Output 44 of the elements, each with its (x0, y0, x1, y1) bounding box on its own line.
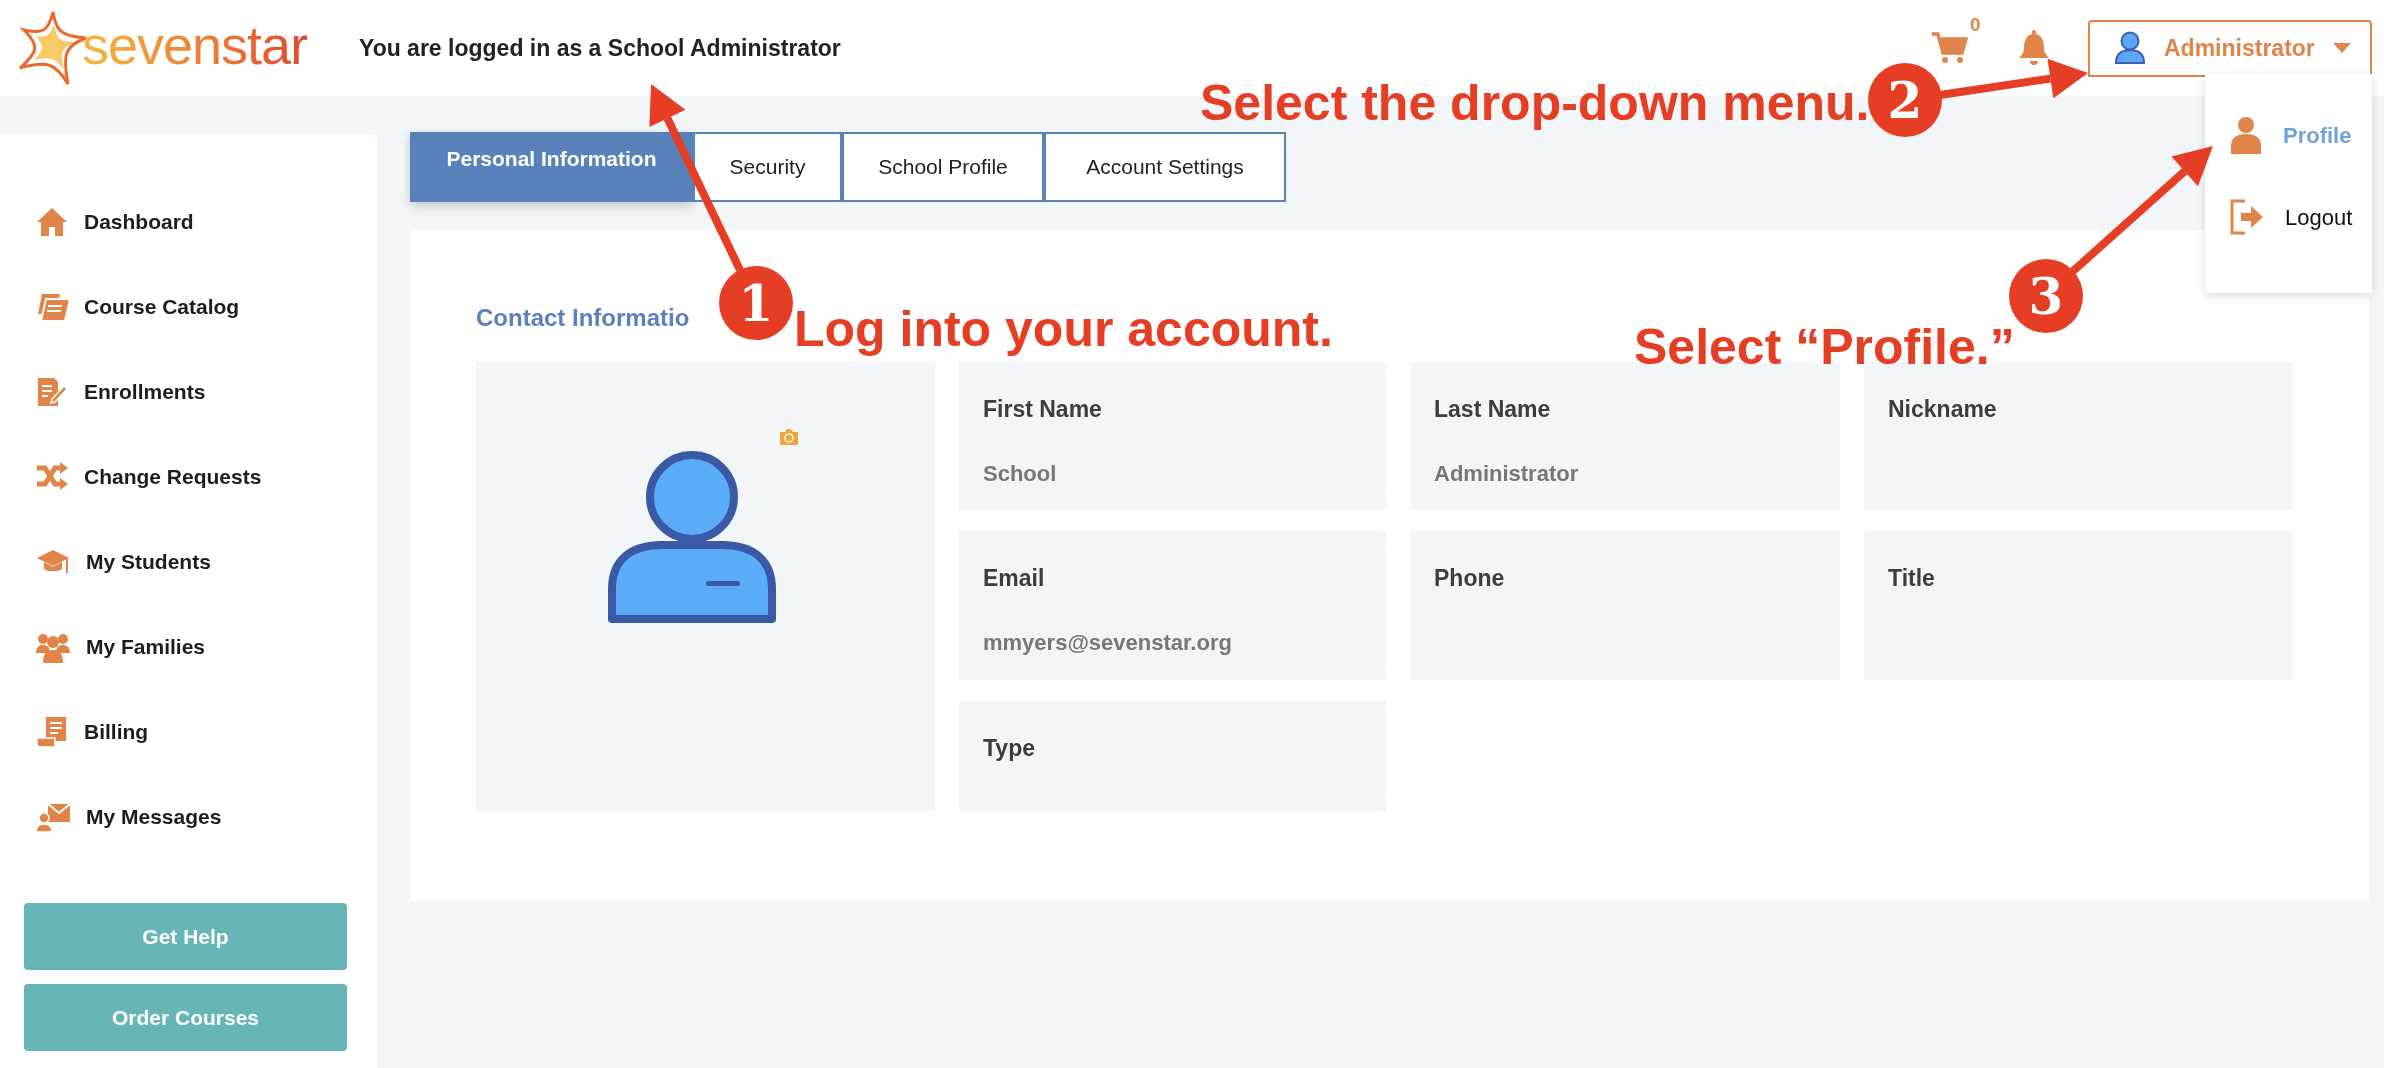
sidebar-item[interactable]: Billing (0, 706, 377, 758)
instruction-text: Select the drop-down menu. (1200, 78, 1870, 128)
home-icon (36, 206, 68, 238)
books-icon (36, 291, 68, 323)
envelope-person-icon (36, 802, 70, 832)
field-value: School (983, 459, 1058, 488)
caret-icon (2332, 43, 2351, 53)
field-label: Last Name (1434, 395, 1552, 424)
shuffle-icon (36, 462, 68, 492)
section-title: Contact Informatio (476, 303, 690, 333)
receipt-icon (36, 716, 68, 748)
tab[interactable]: Security (693, 132, 842, 202)
cart-count-text: 0 (1970, 15, 1981, 34)
sidebar-item[interactable]: My Students (0, 536, 377, 588)
user-avatar-icon (605, 448, 776, 625)
camera-icon[interactable] (778, 428, 800, 446)
field-label: Type (983, 734, 1036, 763)
cart-icon[interactable] (1932, 31, 1968, 65)
instruction-text: Log into your account. (794, 304, 1333, 354)
field-label: Nickname (1888, 395, 1998, 424)
step-number-badge: 2 (1868, 63, 1942, 137)
field-label: First Name (983, 395, 1103, 424)
sidebar-item[interactable]: Change Requests (0, 451, 377, 503)
people-icon (36, 631, 70, 663)
field-label: Email (983, 564, 1046, 593)
document-pen-icon (36, 376, 68, 408)
person-icon (2229, 116, 2263, 154)
tab[interactable]: School Profile (842, 132, 1044, 202)
field-label: Phone (1434, 564, 1506, 593)
sidebar-item[interactable]: Course Catalog (0, 281, 377, 333)
field-label: Title (1888, 564, 1936, 593)
user-avatar-icon (2114, 31, 2146, 65)
sidebar-item[interactable]: Enrollments (0, 366, 377, 418)
dropdown-menu-item[interactable]: Logout (2229, 198, 2372, 236)
field-value: Administrator (1434, 459, 1580, 488)
tab[interactable]: Personal Information (410, 132, 693, 202)
sidebar-item[interactable]: Dashboard (0, 196, 377, 248)
tab[interactable]: Account Settings (1044, 132, 1286, 202)
field-value: mmyers@sevenstar.org (983, 628, 1233, 657)
login-status-text: You are logged in as a School Administrator (359, 33, 841, 63)
sidebar-item[interactable]: My Messages (0, 791, 377, 843)
bell-icon[interactable] (2018, 30, 2050, 66)
sidebar-item[interactable]: My Families (0, 621, 377, 673)
logout-icon (2229, 198, 2265, 236)
